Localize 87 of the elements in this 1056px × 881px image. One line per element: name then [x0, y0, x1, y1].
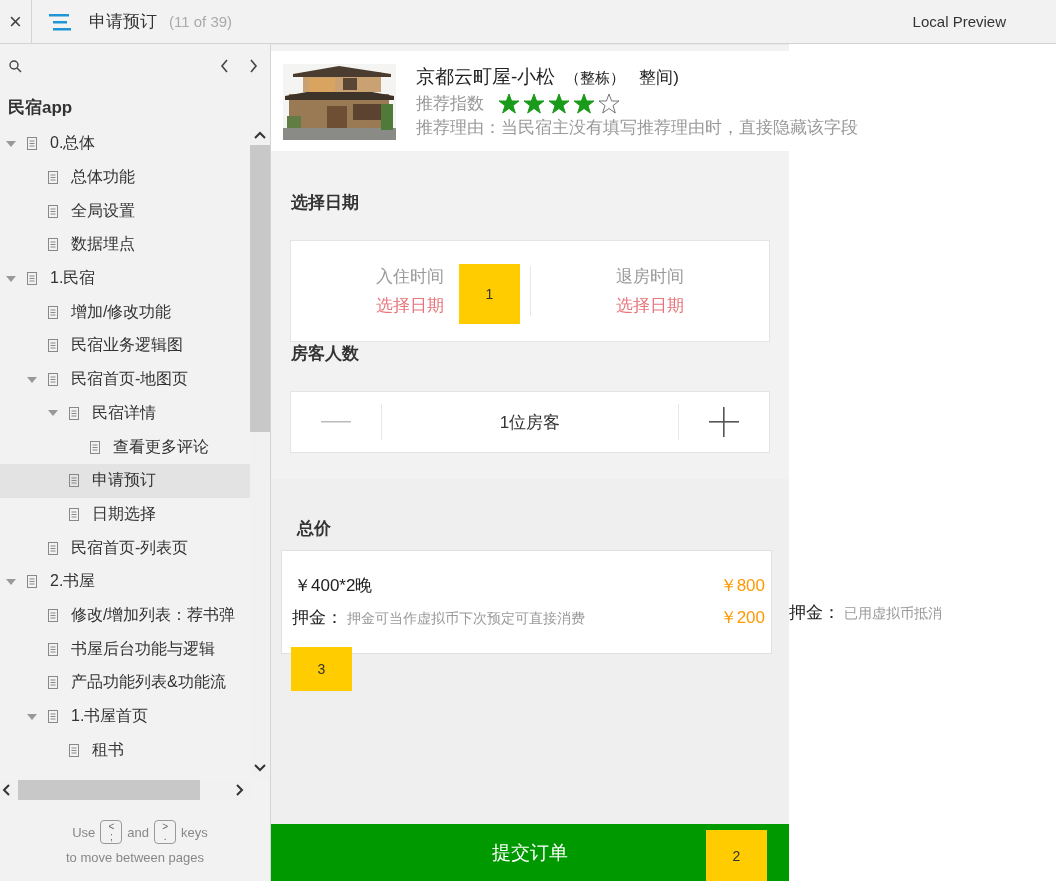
page-title: 申请预订 [89, 11, 157, 33]
tree-item[interactable]: 日期选择 [0, 497, 250, 532]
hint-text: and [127, 824, 150, 840]
tree-item[interactable]: 书屋后台功能与逻辑 [0, 632, 250, 666]
annotation-badge: 1 [459, 264, 520, 324]
deposit-label: 押金： [789, 603, 840, 622]
tree-item[interactable]: 修改/增加列表：荐书弹 [0, 598, 250, 633]
hint-text: to move between pages [64, 850, 205, 865]
keycap: < ; [100, 820, 123, 844]
annotation-badge: 2 [706, 830, 767, 881]
rating-label: 推荐指数 [416, 93, 484, 115]
next-page-icon[interactable] [249, 59, 258, 73]
guest-count: 1位房客 [498, 411, 562, 434]
project-title: 民宿app [7, 97, 74, 119]
page-icon [27, 272, 37, 286]
listing-tag: 整间) [639, 66, 679, 89]
tree-item[interactable]: 总体功能 [0, 160, 250, 195]
page-icon [48, 541, 58, 555]
filled-star-icon [573, 93, 595, 114]
local-preview-label: Local Preview [912, 13, 1006, 30]
hint-text: Use [72, 824, 96, 840]
filled-star-icon [548, 93, 570, 114]
annotation-badge: 3 [291, 647, 352, 691]
tree-item[interactable]: 民宿首页-列表页 [0, 531, 250, 565]
tree-item[interactable]: 0.总体 [0, 127, 250, 161]
filled-star-icon [498, 93, 520, 114]
tree-item[interactable]: 民宿详情 [0, 396, 250, 431]
tree-item[interactable]: 产品功能列表&功能流 [0, 666, 250, 700]
price-label: 押金： [292, 607, 343, 627]
page-icon [48, 608, 58, 622]
page-icon [48, 204, 58, 218]
tree-item[interactable]: 增加/修改功能 [0, 295, 250, 330]
filled-star-icon [523, 93, 545, 114]
hint-text: keys [181, 824, 208, 840]
page-icon [90, 440, 100, 454]
tree-item[interactable]: 租书 [0, 733, 250, 768]
tree-item[interactable]: 民宿业务逻辑图 [0, 329, 250, 363]
close-button[interactable]: × [0, 0, 32, 43]
tree-item[interactable]: 1.书屋首页 [0, 699, 250, 734]
page-icon [69, 406, 79, 420]
previous-page-icon[interactable] [220, 59, 229, 73]
page-icon [48, 676, 58, 690]
recommend-reason: 推荐理由：当民宿主没有填写推荐理由时，直接隐藏该字段 [416, 117, 858, 139]
page-count: (11 of 39) [169, 13, 233, 30]
checkout-label: 退房时间 [615, 266, 684, 288]
page-icon [27, 575, 37, 589]
price-note: 押金可当作虚拟币下次预定可直接消费 [347, 609, 585, 626]
expand-arrow-icon[interactable] [6, 577, 16, 586]
listing-title: 京都云町屋-小松 [416, 65, 556, 89]
tree-item[interactable]: 查看更多评论 [0, 430, 250, 464]
page-icon [69, 474, 79, 488]
page-icon [69, 507, 79, 521]
plus-icon[interactable] [709, 407, 739, 437]
minus-icon[interactable] [321, 421, 351, 423]
price-amount: ￥800 [719, 574, 765, 597]
tree-item[interactable]: 数据埋点 [0, 228, 250, 262]
expand-arrow-icon[interactable] [48, 409, 58, 418]
tree-item[interactable]: 1.民宿 [0, 261, 250, 296]
tree-item[interactable]: 民宿首页-地图页 [0, 362, 250, 397]
deposit-note: 已用虚拟币抵消 [844, 605, 942, 621]
empty-star-icon [598, 93, 620, 114]
keycap: > . [154, 820, 177, 844]
section-label: 房客人数 [290, 343, 360, 365]
page-icon [48, 642, 58, 656]
section-label: 总价 [295, 518, 332, 540]
expand-arrow-icon[interactable] [27, 712, 37, 721]
section-label: 选择日期 [290, 192, 360, 214]
tree-item[interactable]: 申请预订 [0, 463, 250, 498]
price-label: ￥400*2晚 [293, 575, 373, 595]
page-icon [48, 339, 58, 353]
expand-arrow-icon[interactable] [6, 139, 16, 148]
tree-item[interactable]: 2.书屋 [0, 564, 250, 599]
tree-item[interactable]: 全局设置 [0, 194, 250, 229]
menu-icon[interactable] [49, 12, 71, 31]
page-icon [48, 305, 58, 319]
expand-arrow-icon[interactable] [6, 274, 16, 283]
page-icon [48, 373, 58, 387]
checkin-label: 入住时间 [376, 266, 445, 288]
page-icon [48, 238, 58, 252]
page-icon [69, 743, 79, 757]
price-amount: ￥200 [719, 606, 765, 629]
page-icon [48, 171, 58, 185]
expand-arrow-icon[interactable] [27, 375, 37, 384]
listing-tag: （整栋） [565, 69, 626, 88]
page-icon [27, 137, 37, 151]
page-icon [48, 710, 58, 724]
search-icon[interactable] [9, 59, 22, 73]
